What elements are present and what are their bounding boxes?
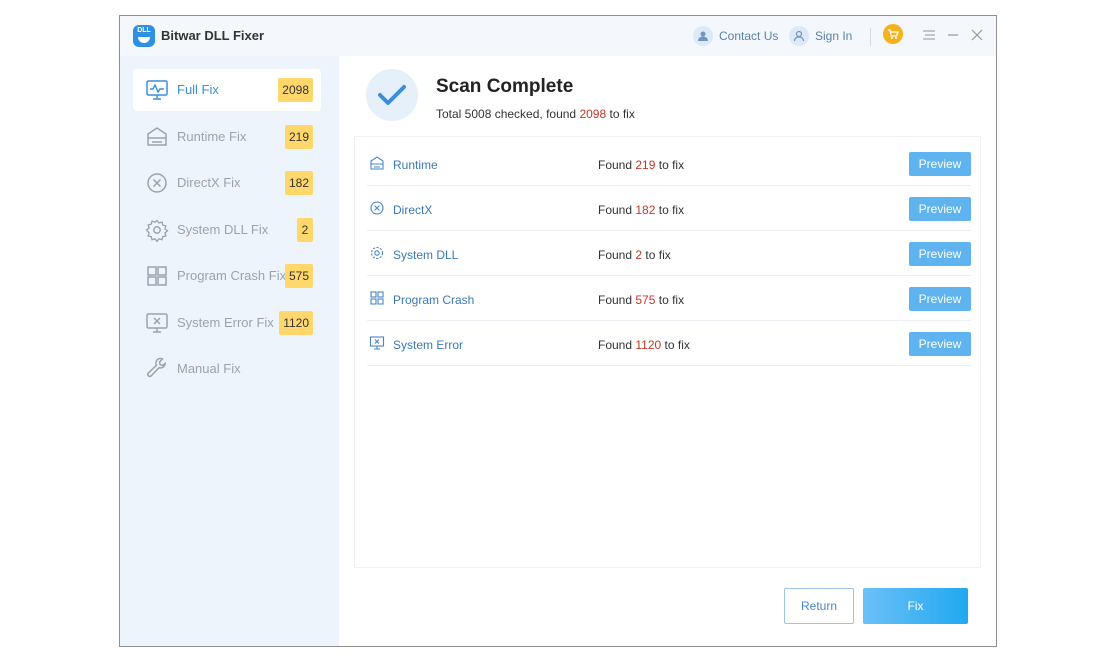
sign-in-button[interactable]: Sign In: [789, 26, 852, 46]
contact-us-label: Contact Us: [719, 29, 779, 43]
x-circle-icon: [147, 173, 167, 193]
main-panel: Scan Complete Total 5008 checked, found …: [339, 56, 996, 646]
grid-icon: [370, 291, 384, 305]
sidebar-item-label: Program Crash Fix: [177, 268, 287, 283]
results-list: Runtime Found 219 to fix Preview DirectX…: [354, 136, 981, 568]
result-row-system-dll: System DLL Found 2 to fix Preview: [367, 231, 971, 276]
titlebar: DLL Bitwar DLL Fixer Contact Us Sign In: [120, 16, 996, 56]
count-badge: 219: [284, 125, 313, 149]
close-icon[interactable]: [968, 26, 986, 44]
preview-button[interactable]: Preview: [909, 332, 971, 356]
return-button[interactable]: Return: [784, 588, 854, 624]
result-found: Found 182 to fix: [598, 203, 685, 217]
count-badge: 1120: [279, 311, 313, 335]
result-name: Program Crash: [393, 293, 475, 307]
fix-button[interactable]: Fix: [863, 588, 968, 624]
cart-icon[interactable]: [883, 24, 903, 44]
preview-button[interactable]: Preview: [909, 242, 971, 266]
result-row-program-crash: Program Crash Found 575 to fix Preview: [367, 276, 971, 321]
sidebar-item-runtime-fix[interactable]: Runtime Fix 219: [133, 116, 321, 158]
sidebar-item-label: DirectX Fix: [177, 175, 241, 190]
preview-button[interactable]: Preview: [909, 287, 971, 311]
monitor-x-icon: [146, 313, 168, 333]
layers-icon: [147, 127, 167, 146]
app-window: DLL Bitwar DLL Fixer Contact Us Sign In: [119, 15, 997, 647]
count-badge: 182: [284, 171, 313, 195]
minimize-icon[interactable]: [944, 26, 962, 44]
sidebar-item-full-fix[interactable]: Full Fix 2098: [133, 69, 321, 111]
gear-icon: [370, 246, 384, 260]
layers-icon: [370, 156, 384, 170]
scan-summary: Total 5008 checked, found 2098 to fix: [436, 107, 635, 121]
contact-icon: [693, 26, 713, 46]
app-logo-icon: DLL: [133, 25, 155, 47]
grid-icon: [147, 266, 167, 286]
sidebar-item-system-dll-fix[interactable]: System DLL Fix 2: [133, 209, 321, 251]
sidebar-item-label: Manual Fix: [177, 361, 241, 376]
preview-button[interactable]: Preview: [909, 197, 971, 221]
count-badge: 2: [297, 218, 313, 242]
wrench-icon: [147, 357, 166, 378]
result-name: System DLL: [393, 248, 459, 262]
sign-in-label: Sign In: [815, 29, 853, 43]
contact-us-button[interactable]: Contact Us: [693, 26, 778, 46]
scan-title: Scan Complete: [436, 76, 574, 97]
monitor-pulse-icon: [146, 80, 168, 100]
result-name: System Error: [393, 338, 464, 352]
count-badge: 2098: [278, 78, 313, 102]
result-row-system-error: System Error Found 1120 to fix Preview: [367, 321, 971, 366]
sidebar-item-label: System Error Fix: [177, 315, 274, 330]
count-badge: 575: [284, 264, 313, 288]
result-row-runtime: Runtime Found 219 to fix Preview: [367, 141, 971, 186]
sidebar: Full Fix 2098 Runtime Fix 219 DirectX Fi…: [120, 56, 339, 646]
result-found: Found 575 to fix: [598, 293, 685, 307]
sidebar-item-system-error-fix[interactable]: System Error Fix 1120: [133, 302, 321, 344]
result-found: Found 2 to fix: [598, 248, 671, 262]
sidebar-item-label: Full Fix: [177, 82, 219, 97]
preview-button[interactable]: Preview: [909, 152, 971, 176]
found-count: 2098: [579, 107, 607, 121]
result-name: Runtime: [393, 158, 438, 172]
sidebar-item-label: System DLL Fix: [177, 222, 269, 237]
titlebar-divider: [870, 28, 871, 46]
sidebar-item-directx-fix[interactable]: DirectX Fix 182: [133, 162, 321, 204]
app-title: Bitwar DLL Fixer: [161, 28, 265, 43]
result-name: DirectX: [393, 203, 433, 217]
sidebar-item-label: Runtime Fix: [177, 129, 247, 144]
user-icon: [789, 26, 809, 46]
check-icon: [366, 69, 418, 121]
x-circle-icon: [370, 201, 384, 215]
result-found: Found 219 to fix: [598, 158, 685, 172]
gear-icon: [145, 219, 169, 242]
sidebar-item-manual-fix[interactable]: Manual Fix: [133, 348, 321, 390]
result-row-directx: DirectX Found 182 to fix Preview: [367, 186, 971, 231]
monitor-x-icon: [369, 336, 385, 350]
menu-icon[interactable]: [920, 26, 938, 44]
sidebar-item-program-crash-fix[interactable]: Program Crash Fix 575: [133, 255, 321, 297]
result-found: Found 1120 to fix: [598, 338, 690, 352]
